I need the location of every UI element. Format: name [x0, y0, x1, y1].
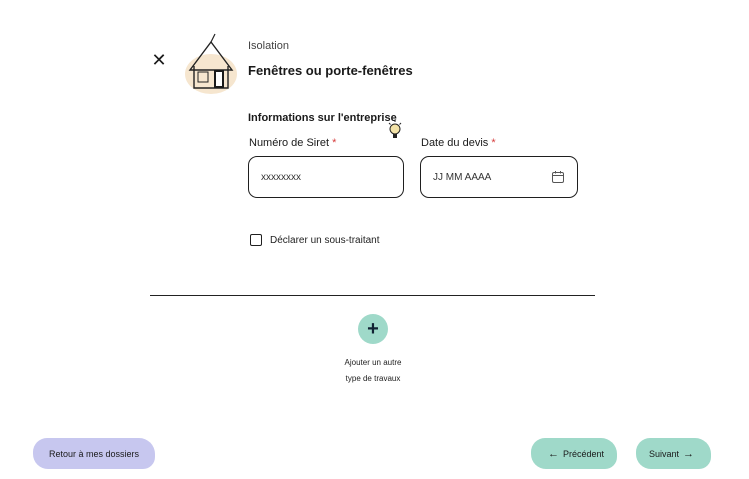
subcontractor-checkbox[interactable] — [250, 234, 262, 246]
house-illustration — [185, 33, 237, 94]
previous-button[interactable]: ← Précédent — [531, 438, 617, 469]
siret-input[interactable]: xxxxxxxx — [248, 156, 404, 198]
required-mark: * — [332, 137, 337, 149]
arrow-left-icon: ← — [547, 447, 559, 460]
add-work-line-1: Ajouter un autre — [344, 358, 402, 367]
date-placeholder: JJ MM AAAA — [433, 171, 492, 183]
next-label: Suivant — [648, 448, 680, 459]
siret-label: Numéro de Siret * — [249, 137, 336, 149]
back-to-files-button[interactable]: Retour à mes dossiers — [33, 438, 155, 469]
plus-icon: + — [367, 317, 379, 340]
add-work-line-2: type de travaux — [345, 374, 401, 383]
add-work-label[interactable]: Ajouter un autre type de travaux — [318, 355, 428, 387]
date-input[interactable]: JJ MM AAAA — [420, 156, 578, 198]
siret-label-text: Numéro de Siret — [249, 137, 330, 149]
subcontractor-label[interactable]: Déclarer un sous-traitant — [270, 235, 380, 246]
siret-value: xxxxxxxx — [261, 171, 301, 183]
divider — [150, 295, 595, 296]
category-label: Isolation — [248, 40, 289, 52]
add-work-button[interactable]: + — [358, 314, 388, 344]
next-button[interactable]: Suivant → — [636, 438, 711, 469]
previous-label: Précédent — [562, 448, 605, 459]
subcategory-title: Fenêtres ou porte-fenêtres — [248, 63, 413, 78]
section-title: Informations sur l'entreprise — [248, 112, 397, 124]
close-icon[interactable]: ✕ — [150, 50, 168, 70]
lightbulb-icon[interactable] — [387, 120, 403, 142]
calendar-icon[interactable] — [551, 170, 565, 184]
arrow-right-icon: → — [683, 447, 695, 460]
required-mark: * — [491, 137, 496, 149]
back-to-files-label: Retour à mes dossiers — [48, 448, 140, 459]
date-label-text: Date du devis — [421, 137, 489, 149]
date-label: Date du devis * — [421, 137, 496, 149]
